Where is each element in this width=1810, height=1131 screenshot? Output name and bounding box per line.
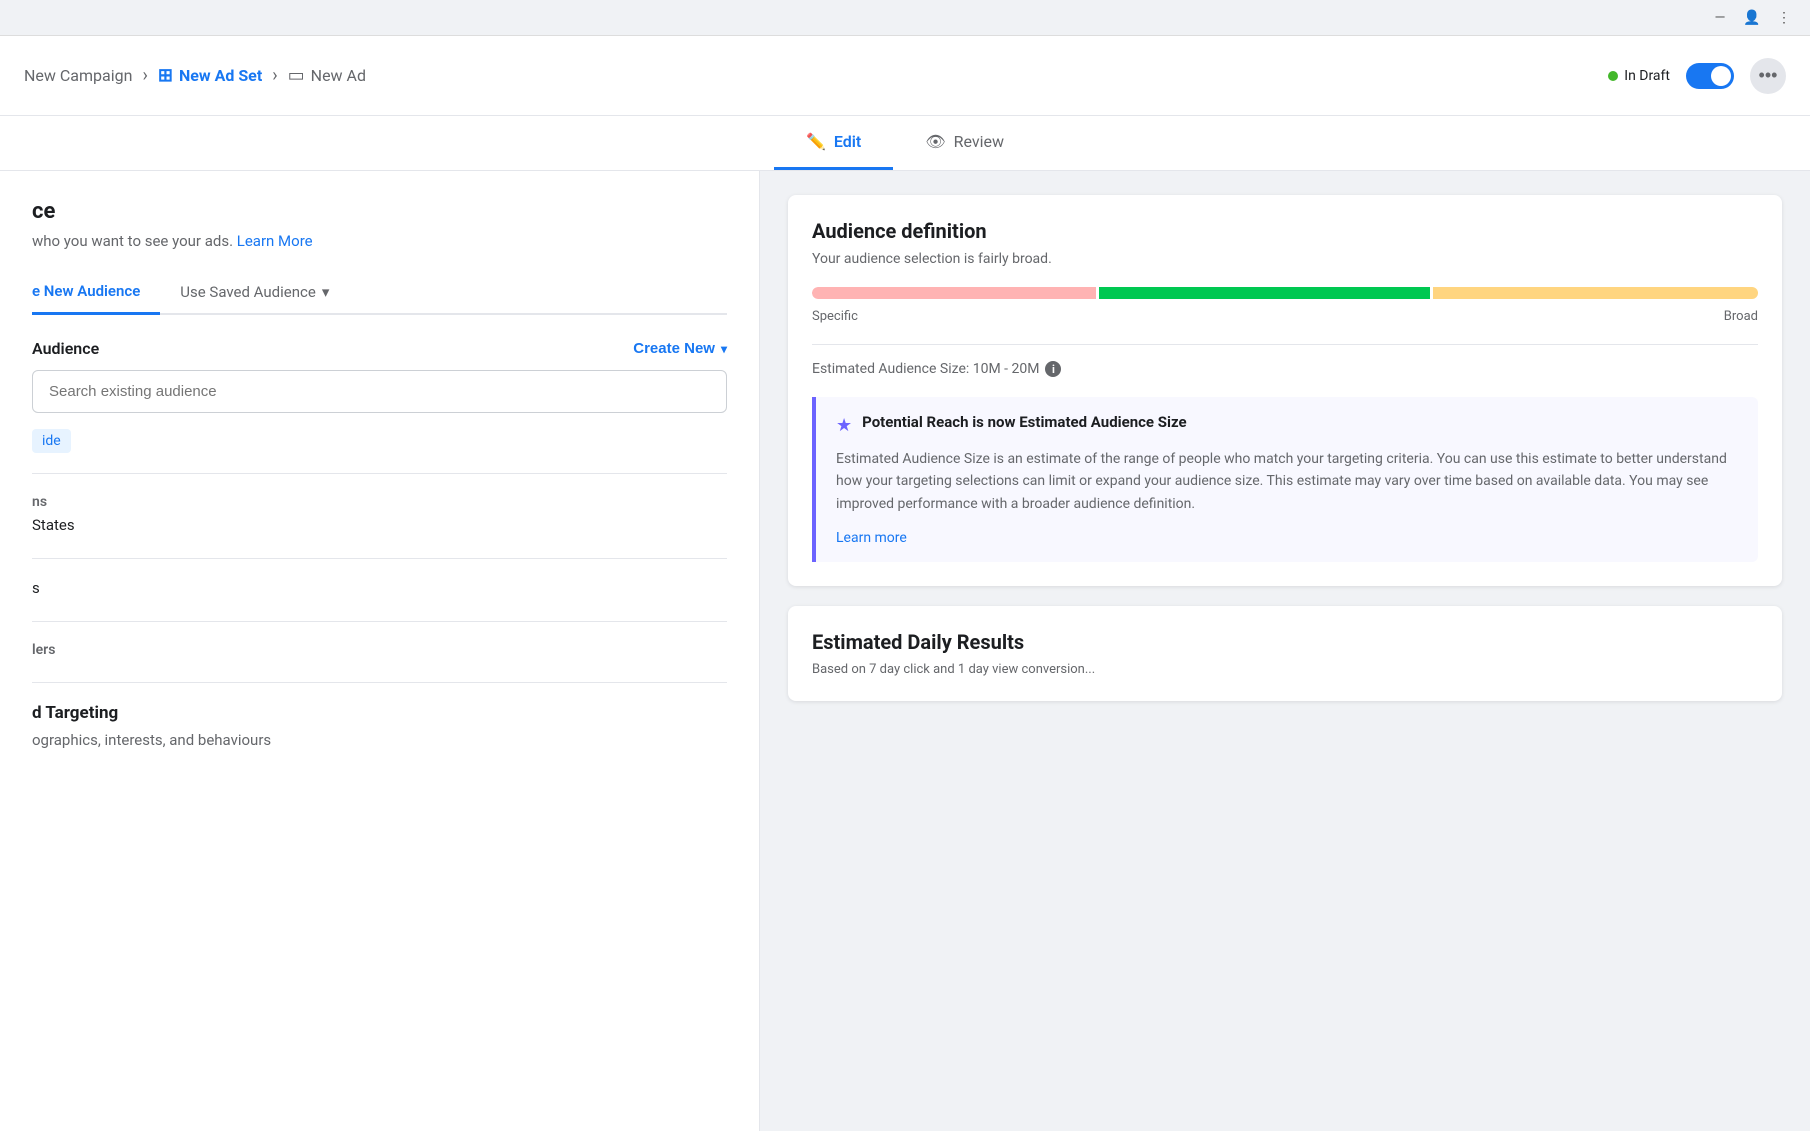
breadcrumb-new-campaign[interactable]: New Campaign	[24, 66, 132, 85]
draft-toggle[interactable]	[1686, 63, 1734, 89]
estimated-daily-subtitle: Based on 7 day click and 1 day view conv…	[812, 662, 1758, 677]
section-title: ce	[32, 199, 727, 224]
saved-audience-tab-label: Use Saved Audience	[180, 283, 316, 301]
tab-review[interactable]: 👁 Review	[893, 116, 1036, 170]
star-icon: ★	[836, 415, 852, 436]
grid-icon: ⊞	[158, 65, 173, 86]
tabs-inner: ✏️ Edit 👁 Review	[774, 116, 1036, 170]
more-icon[interactable]: ⋮	[1774, 8, 1794, 28]
breadcrumb-new-ad-set[interactable]: ⊞ New Ad Set	[158, 65, 262, 86]
tabs-bar: ✏️ Edit 👁 Review	[0, 116, 1810, 171]
more-options-button[interactable]: •••	[1750, 58, 1786, 94]
estimated-daily-card: Estimated Daily Results Based on 7 day c…	[788, 606, 1782, 701]
audience-tabs: e New Audience Use Saved Audience ▾	[32, 270, 727, 315]
meter-specific	[812, 287, 1096, 299]
divider-1	[32, 473, 727, 474]
profile-icon: 👤	[1742, 8, 1762, 28]
edit-icon: ✏️	[806, 132, 826, 151]
info-icon[interactable]: i	[1045, 361, 1061, 377]
in-draft-label: In Draft	[1624, 68, 1670, 84]
new-ad-label: New Ad	[311, 66, 366, 85]
ad-icon: ▭	[288, 65, 305, 86]
estimated-daily-title: Estimated Daily Results	[812, 630, 1758, 654]
include-tag-row: ide	[32, 429, 727, 453]
include-tag: ide	[32, 429, 71, 453]
detailed-targeting-section: d Targeting ographics, interests, and be…	[32, 703, 727, 749]
age-value: s	[32, 579, 727, 597]
placeholder-section: lers	[32, 642, 727, 658]
tab-edit-label: Edit	[834, 132, 861, 151]
create-new-arrow-icon: ▾	[721, 342, 727, 356]
section-desc: who you want to see your ads. Learn More	[32, 232, 727, 250]
audience-definition-title: Audience definition	[812, 219, 1758, 243]
card-divider	[812, 344, 1758, 345]
minimize-icon: —	[1710, 8, 1730, 28]
main-content: ce who you want to see your ads. Learn M…	[0, 171, 1810, 1131]
audience-definition-subtitle: Your audience selection is fairly broad.	[812, 251, 1758, 267]
new-campaign-label: New Campaign	[24, 66, 132, 85]
browser-bar: — 👤 ⋮	[0, 0, 1810, 36]
top-header: New Campaign › ⊞ New Ad Set › ▭ New Ad I…	[0, 36, 1810, 116]
locations-value: States	[32, 516, 727, 534]
divider-4	[32, 682, 727, 683]
search-audience-container	[32, 370, 727, 413]
tab-review-label: Review	[954, 132, 1004, 151]
detailed-targeting-title: d Targeting	[32, 703, 727, 723]
age-section: s	[32, 579, 727, 597]
audience-definition-card: Audience definition Your audience select…	[788, 195, 1782, 586]
meter-broad	[1433, 287, 1758, 299]
header-right: In Draft •••	[1608, 58, 1786, 94]
new-ad-set-label: New Ad Set	[179, 66, 262, 85]
breadcrumb-separator-1: ›	[142, 65, 147, 86]
learn-more-link[interactable]: Learn More	[237, 232, 313, 250]
info-box-body: Estimated Audience Size is an estimate o…	[836, 448, 1738, 515]
section-desc-text: who you want to see your ads.	[32, 232, 233, 250]
meter-broad-label: Broad	[1724, 309, 1758, 324]
placeholder-label: lers	[32, 642, 727, 658]
in-draft-dot	[1608, 71, 1618, 81]
breadcrumb-separator-2: ›	[272, 65, 277, 86]
info-box-header: ★ Potential Reach is now Estimated Audie…	[836, 413, 1738, 436]
audience-meter	[812, 287, 1758, 299]
locations-label: ns	[32, 494, 727, 510]
divider-3	[32, 621, 727, 622]
search-audience-input[interactable]	[32, 370, 727, 413]
meter-specific-label: Specific	[812, 309, 858, 324]
meter-labels: Specific Broad	[812, 309, 1758, 324]
saved-audience-dropdown-icon: ▾	[322, 283, 330, 301]
new-audience-tab-label: e New Audience	[32, 282, 140, 300]
divider-2	[32, 558, 727, 559]
left-panel: ce who you want to see your ads. Learn M…	[0, 171, 760, 1131]
in-draft-badge: In Draft	[1608, 68, 1670, 84]
detailed-targeting-desc: ographics, interests, and behaviours	[32, 731, 727, 749]
audience-tab-saved[interactable]: Use Saved Audience ▾	[180, 270, 349, 313]
breadcrumb-new-ad[interactable]: ▭ New Ad	[288, 65, 366, 86]
tab-edit[interactable]: ✏️ Edit	[774, 116, 893, 170]
section-title-text: ce	[32, 199, 55, 224]
audience-size-row: Estimated Audience Size: 10M - 20M i	[812, 361, 1758, 377]
info-box-title: Potential Reach is now Estimated Audienc…	[862, 413, 1186, 431]
create-new-label: Create New	[633, 340, 715, 357]
custom-audience-title: Audience	[32, 339, 99, 358]
create-new-button[interactable]: Create New ▾	[633, 340, 727, 357]
review-icon: 👁	[925, 132, 945, 151]
info-box-link[interactable]: Learn more	[836, 530, 907, 546]
locations-section: ns States	[32, 494, 727, 534]
audience-tab-new[interactable]: e New Audience	[32, 270, 160, 315]
meter-middle	[1099, 287, 1430, 299]
custom-audience-header: Audience Create New ▾	[32, 339, 727, 358]
info-box: ★ Potential Reach is now Estimated Audie…	[812, 397, 1758, 562]
audience-size-label: Estimated Audience Size: 10M - 20M	[812, 361, 1039, 377]
breadcrumb: New Campaign › ⊞ New Ad Set › ▭ New Ad	[24, 65, 1608, 86]
right-panel: Audience definition Your audience select…	[760, 171, 1810, 1131]
